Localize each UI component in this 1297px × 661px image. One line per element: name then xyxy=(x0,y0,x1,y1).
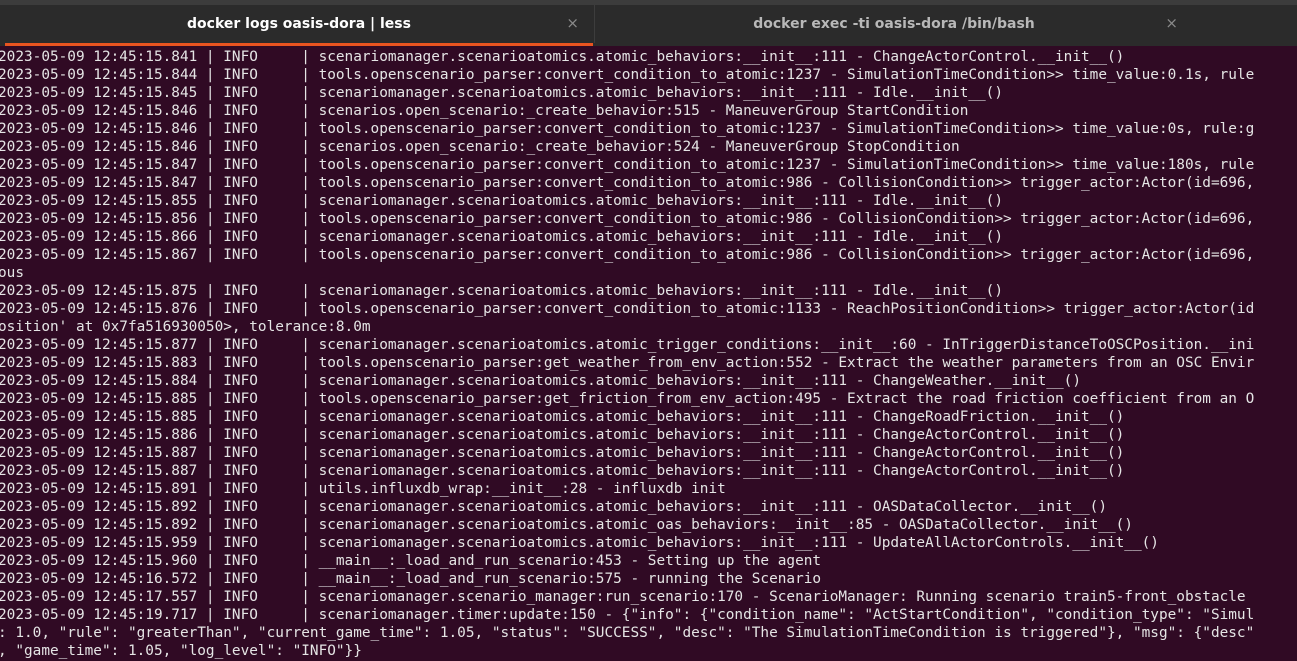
log-line: 2023-05-09 12:45:15.855 | INFO | scenari… xyxy=(0,193,1004,209)
log-line: 2023-05-09 12:45:15.847 | INFO | tools.o… xyxy=(0,157,1255,173)
log-line: 2023-05-09 12:45:15.844 | INFO | tools.o… xyxy=(0,67,1255,83)
log-line: 2023-05-09 12:45:15.891 | INFO | utils.i… xyxy=(0,481,726,497)
log-line: 2023-05-09 12:45:15.883 | INFO | tools.o… xyxy=(0,355,1255,371)
tab-docker-logs[interactable]: docker logs oasis-dora | less × xyxy=(5,5,593,43)
log-line: 2023-05-09 12:45:15.841 | INFO | scenari… xyxy=(0,49,1125,65)
log-line: 2023-05-09 12:45:15.885 | INFO | scenari… xyxy=(0,409,1125,425)
terminal-tab-bar: docker logs oasis-dora | less × docker e… xyxy=(0,0,1297,46)
log-line: 2023-05-09 12:45:15.867 | INFO | tools.o… xyxy=(0,247,1255,263)
log-line: 2023-05-09 12:45:19.717 | INFO | scenari… xyxy=(0,607,1255,623)
log-line: osition' at 0x7fa516930050>, tolerance:8… xyxy=(0,319,371,335)
close-icon[interactable]: × xyxy=(566,14,579,32)
log-line: 2023-05-09 12:45:15.875 | INFO | scenari… xyxy=(0,283,1004,299)
close-icon[interactable]: × xyxy=(1165,14,1178,32)
log-line: 2023-05-09 12:45:15.886 | INFO | scenari… xyxy=(0,427,1125,443)
log-line: 2023-05-09 12:45:15.884 | INFO | scenari… xyxy=(0,373,1081,389)
log-line: ous xyxy=(0,265,24,281)
log-line: 2023-05-09 12:45:15.877 | INFO | scenari… xyxy=(0,337,1255,353)
log-line: 2023-05-09 12:45:16.572 | INFO | __main_… xyxy=(0,571,822,587)
log-line: 2023-05-09 12:45:15.866 | INFO | scenari… xyxy=(0,229,1004,245)
log-line: 2023-05-09 12:45:15.887 | INFO | scenari… xyxy=(0,445,1125,461)
terminal-output[interactable]: 2023-05-09 12:45:15.841 | INFO | scenari… xyxy=(0,48,1297,661)
log-line: 2023-05-09 12:45:15.885 | INFO | tools.o… xyxy=(0,391,1255,407)
log-line: : 1.0, "rule": "greaterThan", "current_g… xyxy=(0,625,1255,641)
log-line: 2023-05-09 12:45:15.846 | INFO | tools.o… xyxy=(0,121,1255,137)
tab-docker-exec[interactable]: docker exec -ti oasis-dora /bin/bash × xyxy=(596,5,1192,43)
log-line: 2023-05-09 12:45:15.959 | INFO | scenari… xyxy=(0,535,1159,551)
log-line: 2023-05-09 12:45:15.887 | INFO | scenari… xyxy=(0,463,1125,479)
log-line: , "game_time": 1.05, "log_level": "INFO"… xyxy=(0,643,362,659)
log-line: 2023-05-09 12:45:15.847 | INFO | tools.o… xyxy=(0,175,1255,191)
log-line: 2023-05-09 12:45:15.876 | INFO | tools.o… xyxy=(0,301,1255,317)
log-line: 2023-05-09 12:45:15.960 | INFO | __main_… xyxy=(0,553,822,569)
log-line: 2023-05-09 12:45:15.856 | INFO | tools.o… xyxy=(0,211,1255,227)
log-line: 2023-05-09 12:45:15.846 | INFO | scenari… xyxy=(0,139,960,155)
tab-title: docker logs oasis-dora | less xyxy=(187,16,411,32)
active-tab-indicator xyxy=(5,43,593,46)
log-line: 2023-05-09 12:45:17.557 | INFO | scenari… xyxy=(0,589,1246,605)
log-line: 2023-05-09 12:45:15.846 | INFO | scenari… xyxy=(0,103,969,119)
tab-title: docker exec -ti oasis-dora /bin/bash xyxy=(753,16,1035,32)
log-line: 2023-05-09 12:45:15.892 | INFO | scenari… xyxy=(0,499,1107,515)
tab-separator xyxy=(594,5,595,43)
log-line: 2023-05-09 12:45:15.892 | INFO | scenari… xyxy=(0,517,1133,533)
log-line: 2023-05-09 12:45:15.845 | INFO | scenari… xyxy=(0,85,1004,101)
